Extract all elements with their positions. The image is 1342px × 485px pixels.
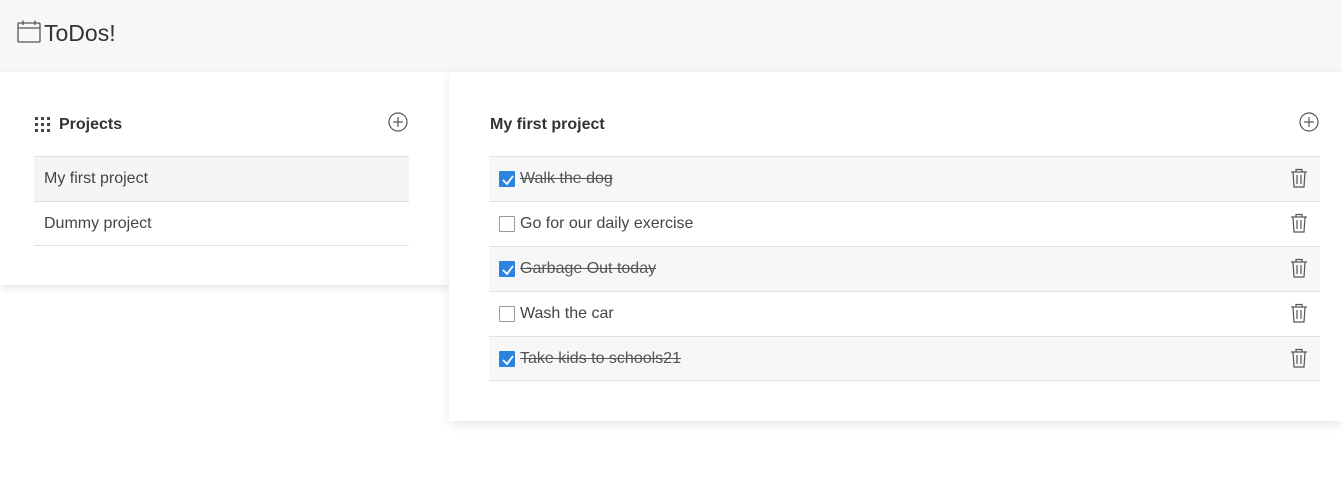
todo-row: Wash the car <box>489 291 1320 336</box>
trash-icon <box>1291 348 1307 368</box>
projects-panel: Projects My first project Dummy project <box>0 72 449 285</box>
delete-todo-button[interactable] <box>1290 348 1308 368</box>
delete-todo-button[interactable] <box>1290 258 1308 278</box>
todo-row: Garbage Out today <box>489 246 1320 291</box>
delete-todo-button[interactable] <box>1290 168 1308 188</box>
check-icon <box>502 265 514 276</box>
todo-checkbox[interactable] <box>499 261 515 277</box>
todo-checkbox[interactable] <box>499 351 515 367</box>
todo-text: Go for our daily exercise <box>520 215 694 232</box>
todo-list: Walk the dog Go for our daily exercise Gar… <box>489 156 1320 381</box>
app-title: ToDos! <box>44 20 116 46</box>
add-project-button[interactable] <box>388 112 408 132</box>
todo-row: Go for our daily exercise <box>489 201 1320 246</box>
todo-text: Wash the car <box>520 305 614 322</box>
trash-icon <box>1291 303 1307 323</box>
todos-panel: My first project Walk the dog Go for our … <box>449 72 1342 421</box>
trash-icon <box>1291 168 1307 188</box>
project-label: Dummy project <box>44 214 152 232</box>
add-circle-icon <box>1299 112 1319 132</box>
todo-checkbox[interactable] <box>499 171 515 187</box>
project-item-my-first-project[interactable]: My first project <box>34 156 409 201</box>
delete-todo-button[interactable] <box>1290 303 1308 323</box>
app-header: ToDos! <box>0 0 1342 72</box>
add-todo-button[interactable] <box>1299 112 1319 132</box>
projects-title: Projects <box>59 116 123 133</box>
todo-checkbox[interactable] <box>499 306 515 322</box>
check-icon <box>502 355 514 366</box>
todo-checkbox[interactable] <box>499 216 515 232</box>
check-icon <box>502 175 514 186</box>
project-list: My first project Dummy project <box>34 156 409 246</box>
todo-text: Take kids to schools21 <box>520 350 681 367</box>
trash-icon <box>1291 213 1307 233</box>
todo-row: Take kids to schools21 <box>489 336 1320 381</box>
todo-row: Walk the dog <box>489 156 1320 201</box>
calendar-icon <box>17 20 41 44</box>
todo-text: Garbage Out today <box>520 260 657 277</box>
todos-title: My first project <box>490 116 605 133</box>
add-circle-icon <box>388 112 408 132</box>
project-label: My first project <box>44 170 149 187</box>
trash-icon <box>1291 258 1307 278</box>
delete-todo-button[interactable] <box>1290 213 1308 233</box>
project-item-dummy-project[interactable]: Dummy project <box>34 201 409 246</box>
todo-text: Walk the dog <box>520 170 613 187</box>
grid-icon <box>35 117 51 133</box>
